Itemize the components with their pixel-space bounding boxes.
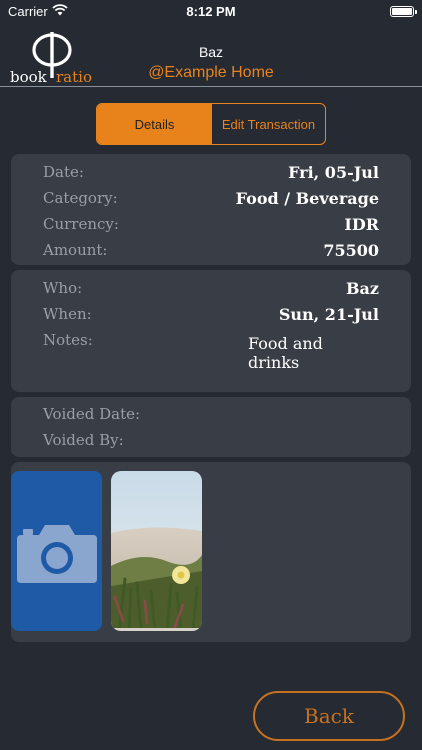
currency-label: Currency: <box>43 215 119 233</box>
camera-icon <box>17 525 97 583</box>
tab-edit-transaction[interactable]: Edit Transaction <box>212 104 325 144</box>
clock: 8:12 PM <box>186 4 236 19</box>
date-label: Date: <box>43 163 84 181</box>
voided-date-row: Voided Date: <box>43 405 379 429</box>
tab-details[interactable]: Details <box>97 104 212 144</box>
currency-value: IDR <box>344 215 379 234</box>
date-value: Fri, 05-Jul <box>288 163 379 182</box>
header-divider <box>0 86 422 87</box>
meta-card: Who: Baz When: Sun, 21-Jul Notes: Food a… <box>11 270 411 392</box>
attachment-photo[interactable] <box>111 471 202 631</box>
amount-row: Amount: 75500 <box>43 241 379 265</box>
category-row: Category: Food / Beverage <box>43 189 379 213</box>
when-row: When: Sun, 21-Jul <box>43 305 379 329</box>
category-label: Category: <box>43 189 118 207</box>
view-segmented-control: Details Edit Transaction <box>96 103 326 145</box>
when-value: Sun, 21-Jul <box>278 305 379 324</box>
amount-label: Amount: <box>43 241 108 259</box>
add-photo-button[interactable] <box>11 471 102 631</box>
notes-row: Notes: Food and drinks <box>43 331 379 372</box>
transaction-card: Date: Fri, 05-Jul Category: Food / Bever… <box>11 154 411 265</box>
voided-date-label: Voided Date: <box>43 405 141 423</box>
who-row: Who: Baz <box>43 279 379 303</box>
amount-value: 75500 <box>323 241 379 260</box>
who-label: Who: <box>43 279 83 297</box>
who-value: Baz <box>346 279 379 298</box>
app-header: book ratio Baz @Example Home <box>0 26 422 86</box>
home-name[interactable]: @Example Home <box>0 64 422 82</box>
voided-by-label: Voided By: <box>43 431 124 449</box>
voided-card: Voided Date: Voided By: <box>11 397 411 457</box>
category-value: Food / Beverage <box>235 189 379 208</box>
notes-label: Notes: <box>43 331 93 349</box>
user-name: Baz <box>198 44 224 60</box>
date-row: Date: Fri, 05-Jul <box>43 163 379 187</box>
currency-row: Currency: IDR <box>43 215 379 239</box>
photo-thumbnail <box>111 471 202 631</box>
notes-value: Food and drinks <box>248 334 323 372</box>
status-bar: Carrier 8:12 PM <box>0 0 422 24</box>
when-label: When: <box>43 305 92 323</box>
battery-icon <box>390 6 417 17</box>
voided-by-row: Voided By: <box>43 431 379 455</box>
attachments-card <box>11 462 411 642</box>
back-button[interactable]: Back <box>253 691 405 741</box>
